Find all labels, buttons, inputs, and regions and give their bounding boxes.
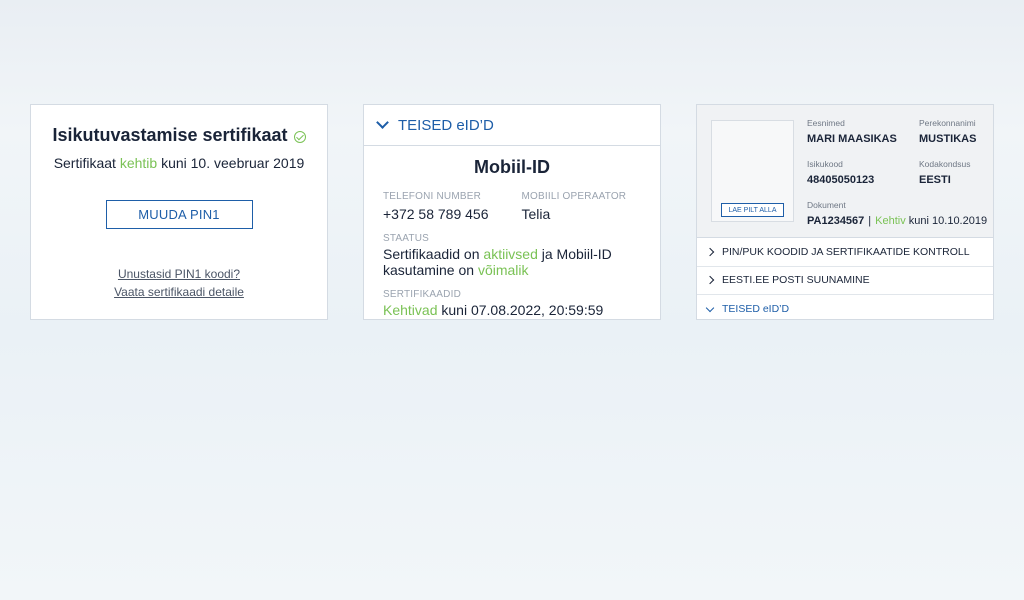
operator-field: MOBIILI OPERAATOR Telia [522, 191, 661, 222]
citizenship-value: EESTI [919, 174, 951, 186]
last-name-field: Perekonnanimi MUSTIKAS [919, 118, 976, 145]
phone-number-value: +372 58 789 456 [383, 206, 489, 222]
certificate-details-link[interactable]: Vaata sertifikaadi detaile [31, 285, 327, 299]
mobile-id-status: STAATUS Sertifikaadid on aktiivsed ja Mo… [364, 233, 660, 278]
menu-pin-puk-codes[interactable]: PIN/PUK KOODID JA SERTIFIKAATIDE KONTROL… [697, 238, 993, 267]
phone-number-field: TELEFONI NUMBER +372 58 789 456 [383, 191, 522, 222]
operator-label: MOBIILI OPERAATOR [521, 191, 627, 202]
certificates-valid-word: Kehtivad [383, 302, 438, 318]
document-status: Kehtiv [875, 215, 906, 227]
first-name-label: Eesnimed [807, 118, 845, 128]
other-eids-accordion-header[interactable]: TEISED eID’D [364, 105, 660, 146]
first-name-field: Eesnimed MARI MAASIKAS [807, 118, 897, 145]
mobile-id-info: TELEFONI NUMBER +372 58 789 456 MOBIILI … [364, 191, 660, 222]
document-label: Dokument [807, 200, 846, 210]
profile-photo: LAE PILT ALLA [711, 120, 794, 222]
document-value: PA1234567 | Kehtiv kuni 10.10.2019 [807, 215, 987, 227]
status-value: Sertifikaadid on aktiivsed ja Mobiil-ID … [383, 246, 660, 278]
first-name-value: MARI MAASIKAS [807, 133, 897, 145]
citizenship-field: Kodakondsus EESTI [919, 159, 971, 186]
id-code-field: Isikukood 48405050123 [807, 159, 874, 186]
status-label: STAATUS [383, 233, 430, 244]
menu-item-label: EESTI.EE POSTI SUUNAMINE [722, 274, 870, 287]
document-field: Dokument PA1234567 | Kehtiv kuni 10.10.201… [807, 200, 987, 227]
citizenship-label: Kodakondsus [919, 159, 971, 169]
check-circle-icon [293, 131, 306, 143]
mobile-id-title: Mobiil-ID [474, 157, 550, 177]
operator-value: Telia [521, 206, 551, 222]
chevron-right-icon [705, 247, 715, 256]
certificates-value: Kehtivad kuni 07.08.2022, 20:59:59 [383, 302, 660, 318]
document-separator: | [868, 215, 872, 227]
certificates-valid-until: kuni 07.08.2022, 20:59:59 [441, 302, 604, 318]
document-number: PA1234567 [807, 215, 865, 227]
phone-number-label: TELEFONI NUMBER [383, 191, 482, 202]
forgot-pin1-link[interactable]: Unustasid PIN1 koodi? [31, 267, 327, 281]
last-name-value: MUSTIKAS [919, 133, 977, 145]
document-valid-until: kuni 10.10.2019 [908, 215, 988, 227]
status-possible-word: võimalik [477, 262, 529, 278]
status-active-word: aktiivsed [483, 246, 538, 262]
menu-other-eids[interactable]: TEISED eID’D [697, 295, 993, 319]
id-code-value: 48405050123 [807, 174, 875, 186]
id-code-label: Isikukood [807, 159, 843, 169]
mobile-id-certificates: SERTIFIKAADID Kehtivad kuni 07.08.2022, … [364, 289, 660, 318]
status-valid-until: kuni 10. veebruar 2019 [161, 155, 305, 171]
menu-item-label: PIN/PUK KOODID JA SERTIFIKAATIDE KONTROL… [722, 245, 970, 258]
mobile-id-card: TEISED eID’D Mobiil-ID TELEFONI NUMBER +… [363, 104, 661, 320]
menu-item-label: TEISED eID’D [722, 303, 790, 316]
certificate-title: Isikutuvastamise sertifikaat [31, 125, 327, 146]
status-prefix: Sertifikaat [53, 155, 116, 171]
accordion-header-label: TEISED eID’D [398, 116, 494, 134]
certificates-label: SERTIFIKAADID [383, 289, 461, 300]
chevron-down-icon [376, 116, 389, 129]
profile-card: LAE PILT ALLA Eesnimed MARI MAASIKAS Per… [696, 104, 994, 320]
chevron-down-icon [705, 303, 715, 312]
chevron-right-icon [705, 276, 715, 285]
upload-photo-button[interactable]: LAE PILT ALLA [721, 203, 784, 217]
status-valid-word: kehtib [119, 155, 158, 171]
last-name-label: Perekonnanimi [919, 118, 976, 128]
change-pin1-button[interactable]: MUUDA PIN1 [105, 200, 253, 229]
certificate-title-text: Isikutuvastamise sertifikaat [52, 125, 288, 145]
certificate-status: Sertifikaat kehtib kuni 10. veebruar 201… [31, 155, 327, 171]
menu-email-forwarding[interactable]: EESTI.EE POSTI SUUNAMINE [697, 267, 993, 295]
auth-certificate-card: Isikutuvastamise sertifikaat Sertifikaat… [30, 104, 328, 320]
status-text-1: Sertifikaadid on [383, 246, 480, 262]
profile-summary: LAE PILT ALLA Eesnimed MARI MAASIKAS Per… [697, 105, 993, 238]
